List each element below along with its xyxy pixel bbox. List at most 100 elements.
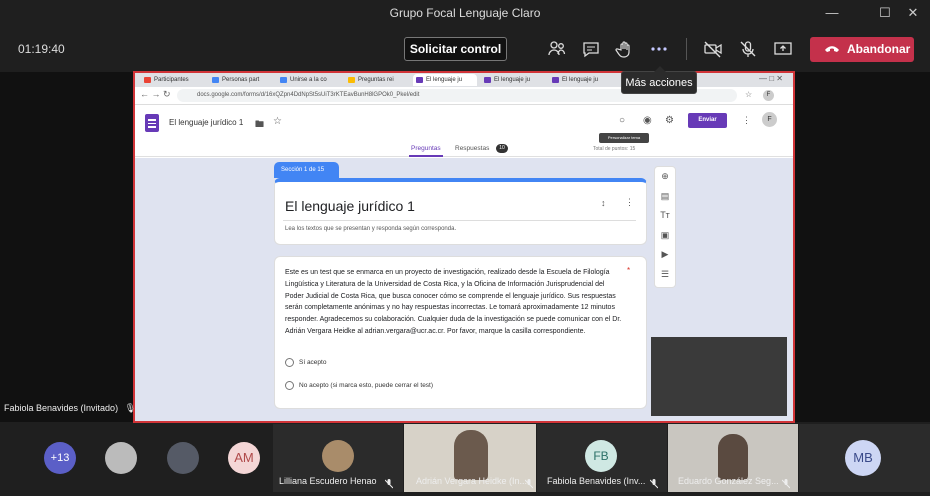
import-questions-icon[interactable]: ▤ bbox=[655, 187, 675, 207]
browser-tab[interactable]: El lenguaje ju bbox=[481, 74, 545, 86]
radio-yes[interactable] bbox=[285, 358, 294, 367]
browser-tab[interactable]: Participantes bbox=[141, 74, 205, 86]
participant-name: Eduardo González Seg... bbox=[678, 476, 779, 486]
self-video-tile bbox=[651, 337, 787, 416]
participant-video-tile[interactable]: Eduardo González Seg... bbox=[668, 424, 798, 492]
radio-no[interactable] bbox=[285, 381, 294, 390]
section-label: Sección 1 de 15 bbox=[274, 162, 339, 178]
question-card[interactable]: Este es un test que se enmarca en un pro… bbox=[274, 256, 647, 409]
overflow-participants-tile[interactable]: +13 bbox=[0, 424, 88, 492]
doc-title[interactable]: El lenguaje jurídico 1 bbox=[169, 118, 243, 127]
leave-button[interactable]: Abandonar bbox=[810, 37, 914, 62]
option-no-label: No acepto (si marca esto, puede cerrar e… bbox=[299, 382, 434, 389]
participant-tile[interactable]: MB bbox=[799, 424, 930, 492]
add-image-icon[interactable]: ▣ bbox=[655, 226, 675, 246]
bookmark-star-icon[interactable]: ☆ bbox=[745, 90, 752, 99]
section-title: El lenguaje jurídico 1 bbox=[285, 198, 415, 214]
add-question-icon[interactable]: ⊕ bbox=[655, 167, 675, 187]
more-actions-tooltip: Más acciones bbox=[621, 66, 697, 94]
tab-answers[interactable]: Respuestas bbox=[455, 145, 489, 152]
mic-muted-icon bbox=[649, 476, 659, 489]
participant-tile[interactable]: FB Fabiola Benavides (Inv... bbox=[537, 424, 667, 492]
tab-favicon bbox=[280, 77, 287, 83]
maximize-icon[interactable]: ☐ bbox=[875, 4, 895, 22]
section-more-icon[interactable]: ⋮ bbox=[625, 197, 634, 208]
tab-favicon bbox=[484, 77, 491, 83]
option-yes-label: Sí acepto bbox=[299, 359, 327, 366]
participant-initials-avatar: FB bbox=[585, 440, 617, 472]
meeting-timer: 01:19:40 bbox=[18, 42, 65, 56]
participant-tile[interactable] bbox=[158, 424, 208, 492]
divider bbox=[283, 220, 636, 221]
browser-tab[interactable]: Preguntas rei bbox=[345, 74, 409, 86]
browser-tab[interactable]: Personas part bbox=[209, 74, 273, 86]
personalize-tooltip: Personalizar tema bbox=[599, 133, 649, 143]
participant-initials-avatar: AM bbox=[228, 442, 260, 474]
hangup-icon bbox=[825, 46, 839, 52]
folder-icon[interactable]: 🖿 bbox=[255, 117, 264, 133]
section-description: Lea los textos que se presentan y respon… bbox=[285, 226, 457, 232]
participant-video-tile[interactable]: Adrián Vergara Heidke (In... bbox=[404, 424, 536, 492]
browser-tab[interactable]: El lenguaje ju bbox=[413, 74, 477, 86]
participant-name: Adrián Vergara Heidke (In... bbox=[416, 476, 528, 486]
tab-favicon bbox=[144, 77, 151, 83]
more-participants-badge: +13 bbox=[44, 442, 76, 474]
browser-window-controls-icon[interactable]: — □ ✕ bbox=[759, 74, 783, 83]
add-title-icon[interactable]: Tт bbox=[655, 206, 675, 226]
browser-tab[interactable]: El lenguaje ju bbox=[549, 74, 613, 86]
mic-muted-icon bbox=[524, 476, 534, 489]
participant-tile[interactable]: Lilliana Escudero Henao bbox=[273, 424, 403, 492]
tab-favicon bbox=[552, 77, 559, 83]
more-actions-icon[interactable] bbox=[646, 37, 672, 61]
participant-name: Fabiola Benavides (Inv... bbox=[547, 476, 646, 486]
question-text: Este es un test que se enmarca en un pro… bbox=[285, 269, 622, 335]
participant-strip: +13 AM Lilliana Escudero Henao Adrián Ve… bbox=[0, 424, 930, 496]
star-icon[interactable]: ☆ bbox=[273, 116, 282, 127]
mic-muted-icon bbox=[384, 476, 394, 489]
chat-icon[interactable] bbox=[578, 37, 604, 61]
minimize-icon[interactable]: — bbox=[822, 4, 842, 22]
tab-questions[interactable]: Preguntas bbox=[411, 145, 441, 152]
participant-photo-avatar bbox=[105, 442, 137, 474]
more-vert-icon[interactable]: ⋮ bbox=[742, 115, 751, 126]
participant-video-feed bbox=[454, 430, 488, 480]
collapse-icon[interactable]: ↕ bbox=[601, 198, 606, 208]
active-tab-indicator bbox=[409, 155, 443, 157]
send-button[interactable]: Enviar bbox=[688, 113, 727, 128]
presenter-name: Fabiola Benavides (Invitado) 🎙 bbox=[4, 403, 137, 413]
toolbar-divider bbox=[686, 38, 687, 60]
camera-off-icon[interactable] bbox=[700, 37, 726, 61]
add-video-icon[interactable]: ▶ bbox=[655, 245, 675, 265]
preview-eye-icon[interactable]: ◉ bbox=[643, 115, 652, 126]
request-control-button[interactable]: Solicitar control bbox=[404, 37, 507, 61]
share-screen-icon[interactable] bbox=[770, 37, 796, 61]
total-points: Total de puntos: 15 bbox=[593, 146, 636, 152]
participant-name: Lilliana Escudero Henao bbox=[279, 476, 377, 486]
settings-gear-icon[interactable]: ⚙ bbox=[665, 115, 674, 126]
palette-icon[interactable]: ○ bbox=[619, 115, 625, 126]
participant-photo-avatar bbox=[322, 440, 354, 472]
leave-label: Abandonar bbox=[847, 42, 911, 56]
mic-off-icon[interactable] bbox=[735, 37, 761, 61]
browser-profile-avatar[interactable]: F bbox=[763, 90, 774, 101]
section-header-card[interactable]: El lenguaje jurídico 1 Lea los textos qu… bbox=[274, 178, 647, 245]
close-icon[interactable]: ✕ bbox=[903, 4, 923, 22]
forms-header: El lenguaje jurídico 1 🖿 ☆ ○ ◉ ⚙ Enviar … bbox=[135, 105, 793, 157]
participant-tile[interactable]: AM bbox=[220, 424, 270, 492]
participant-photo-avatar bbox=[167, 442, 199, 474]
meeting-toolbar: 01:19:40 Solicitar control Abandonar bbox=[0, 26, 930, 72]
window-title: Grupo Focal Lenguaje Claro bbox=[389, 6, 541, 20]
mic-muted-icon bbox=[781, 476, 791, 489]
participant-video-feed bbox=[718, 434, 748, 480]
title-bar: Grupo Focal Lenguaje Claro — ☐ ✕ bbox=[0, 0, 930, 26]
participant-tile[interactable] bbox=[96, 424, 146, 492]
browser-tab[interactable]: Unirse a la co bbox=[277, 74, 341, 86]
add-section-icon[interactable]: ☰ bbox=[655, 265, 675, 285]
participants-icon[interactable] bbox=[544, 37, 570, 61]
mic-muted-icon: 🎙 bbox=[124, 403, 137, 413]
account-avatar[interactable]: F bbox=[762, 112, 777, 127]
required-mark: * bbox=[627, 266, 631, 275]
tab-favicon bbox=[212, 77, 219, 83]
nav-arrows-icon[interactable]: ← → ↻ bbox=[140, 89, 171, 100]
raise-hand-icon[interactable] bbox=[612, 37, 638, 61]
